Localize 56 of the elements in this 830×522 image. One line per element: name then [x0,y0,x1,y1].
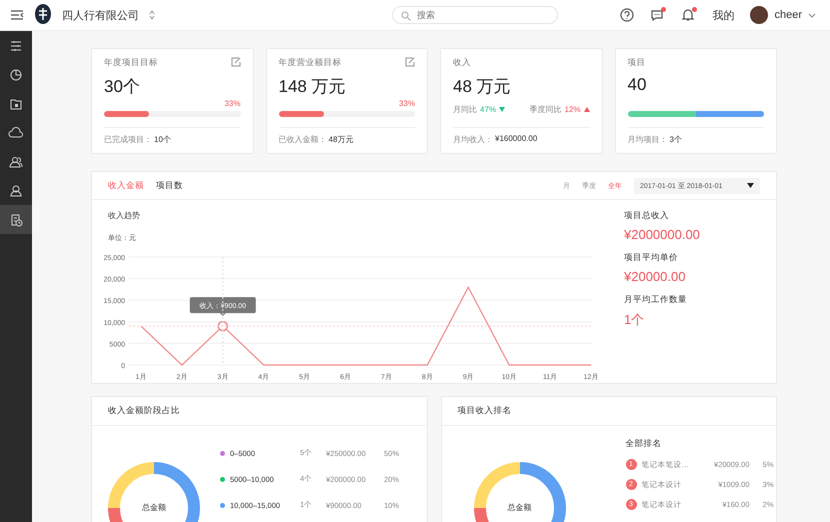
compare-value: 47% [480,105,496,114]
footer-label: 已完成项目： [104,134,152,145]
card-value: 148 万元 [278,76,347,97]
card-title: 年度项目目标 [104,57,158,69]
card-title: 收入 [453,57,471,69]
card-value: 48 万元 [453,76,512,97]
mine-link[interactable]: 我的 [712,8,734,22]
clock-icon [8,66,24,82]
footer-label: 已收入金额： [278,134,326,145]
dropdown-caret-icon [747,183,754,188]
panel-title: 项目收入排名 [458,405,512,417]
footer-label: 月均收入： [453,134,493,145]
help-icon[interactable] [620,8,634,22]
sort-caret-icon[interactable] [149,10,155,20]
chevron-down-icon[interactable] [808,12,816,18]
percent-label: 33% [224,99,240,108]
data-point-marker [218,320,228,332]
sidebar-item[interactable] [0,205,32,234]
donut-center-label: 总金额 [141,502,167,513]
card-value: 30个 [104,76,141,97]
footer-value: ¥160000.00 [495,134,538,145]
chat-icon[interactable] [650,8,666,22]
tab[interactable]: 项目数 [156,180,183,192]
card-title: 年度营业额目标 [278,57,342,69]
compare-value: 12% [564,105,580,114]
search-field[interactable]: 搜索 [392,6,558,24]
bell-icon[interactable] [681,8,696,22]
stat-label: 月平均工作数量 [624,294,688,306]
stat-label: 项目平均单价 [624,252,679,264]
search-icon [401,11,412,21]
list-title: 全部排名 [626,438,662,450]
stat-label: 项目总收入 [624,210,670,222]
cloud-icon [8,124,24,140]
stat-value: ¥2000000.00 [624,227,700,242]
edit-icon[interactable] [405,57,415,67]
avatar [750,6,768,24]
menu-icon[interactable] [10,9,24,21]
edit-icon[interactable] [230,57,240,67]
footer-label: 月均项目： [628,134,668,145]
card-title: 项目 [628,57,646,69]
panel-title: 收入金额阶段占比 [108,405,180,417]
compare-label: 季度同比 [529,104,562,115]
stat-value: ¥20000.00 [624,269,686,284]
user-name[interactable]: cheer [774,9,802,21]
footer-value: 3个 [670,134,682,145]
logo [34,3,52,27]
chart-title: 收入趋势 [108,210,141,221]
donut-center-label: 总金额 [506,502,532,513]
company-name[interactable]: 四人行有限公司 [62,8,139,22]
footer-value: 48万元 [328,134,354,145]
footer-value: 10个 [154,134,171,145]
card-value: 40 [628,75,648,96]
compare-label: 月同比 [453,104,477,115]
percent-label: 33% [398,99,415,108]
stat-value: 1个 [624,311,646,329]
user-icon [8,182,24,198]
